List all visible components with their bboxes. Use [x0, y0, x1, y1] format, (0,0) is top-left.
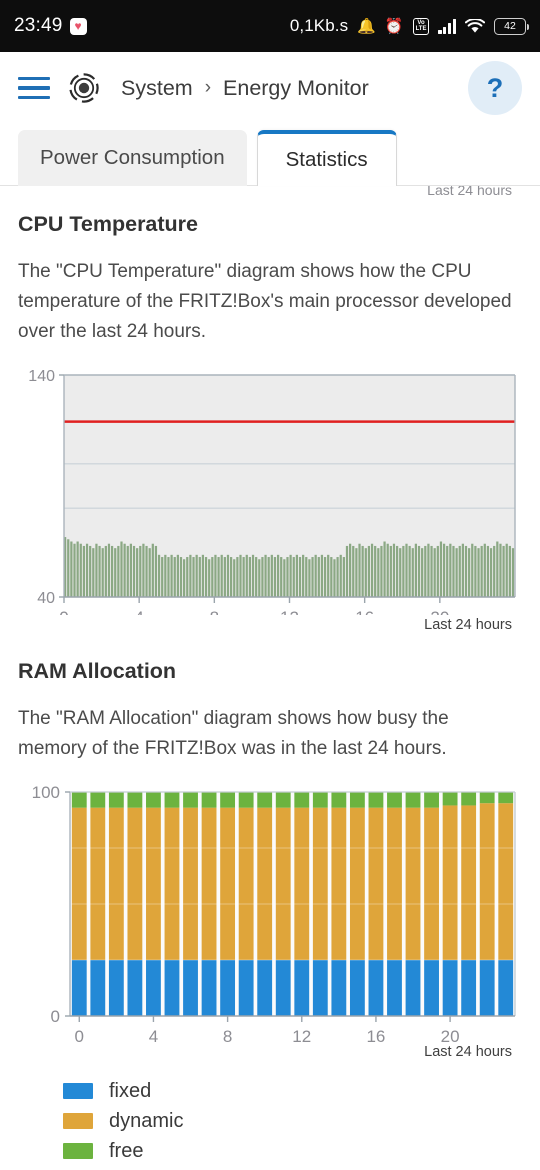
- svg-text:16: 16: [366, 1027, 385, 1042]
- heart-app-icon: [69, 17, 87, 35]
- help-button[interactable]: ?: [468, 61, 522, 115]
- hamburger-menu-icon[interactable]: [18, 77, 50, 99]
- legend-item[interactable]: dynamic: [63, 1106, 522, 1136]
- section-description-cpu-temperature: The "CPU Temperature" diagram shows how …: [18, 261, 512, 342]
- legend-label-fixed: fixed: [109, 1079, 152, 1102]
- clock: 23:49: [14, 15, 63, 36]
- svg-text:140: 140: [28, 368, 55, 385]
- chevron-right-icon: ›: [204, 77, 212, 98]
- legend-item[interactable]: fixed: [63, 1076, 522, 1106]
- ram-allocation-chart: 100 0 0 4 8 12 16 20: [18, 782, 522, 1042]
- status-bar-right: 0,1Kb.s 🔔 ⏰ Vo LTE 42: [289, 16, 530, 36]
- cpu-temperature-plot: 140 40 0 4 8 12 16 20: [28, 368, 516, 615]
- section-title-cpu-temperature: CPU Temperature: [18, 212, 199, 236]
- page-content: CPU Temperature The "CPU Temperature" di…: [0, 212, 540, 1166]
- svg-text:12: 12: [292, 1027, 311, 1042]
- legend-item[interactable]: free: [63, 1136, 522, 1166]
- svg-text:8: 8: [210, 608, 219, 615]
- bell-muted-icon: 🔔: [357, 17, 376, 35]
- section-description-ram-allocation: The "RAM Allocation" diagram shows how b…: [18, 708, 449, 759]
- svg-text:16: 16: [355, 608, 374, 615]
- section-title-ram-allocation: RAM Allocation: [18, 659, 177, 683]
- app-header: System › Energy Monitor ?: [0, 52, 540, 124]
- legend-swatch-fixed: [63, 1083, 93, 1099]
- svg-text:20: 20: [430, 608, 449, 615]
- status-bar: 23:49 0,1Kb.s 🔔 ⏰ Vo LTE 42: [0, 0, 540, 52]
- svg-text:4: 4: [134, 608, 143, 615]
- volte-top-label: Vo: [417, 19, 425, 26]
- svg-text:0: 0: [59, 608, 68, 615]
- svg-text:20: 20: [441, 1027, 460, 1042]
- svg-text:40: 40: [37, 590, 55, 607]
- tab-power-consumption[interactable]: Power Consumption: [18, 130, 247, 186]
- ram-allocation-plot: 100 00 4 8 12 16 20: [32, 783, 516, 1042]
- battery-icon: 42: [494, 17, 530, 35]
- svg-text:12: 12: [280, 608, 299, 615]
- breadcrumb: System › Energy Monitor: [121, 76, 369, 101]
- status-bar-left: 23:49: [14, 15, 87, 37]
- legend-swatch-dynamic: [63, 1113, 93, 1129]
- volte-bottom-label: LTE: [415, 26, 427, 32]
- battery-level-label: 42: [504, 20, 516, 32]
- legend-label-free: free: [109, 1139, 144, 1162]
- signal-bars-icon: [438, 18, 456, 34]
- network-speed-label: 0,1Kb.s: [289, 16, 349, 35]
- legend-swatch-free: [63, 1143, 93, 1159]
- section-cpu-temperature: CPU Temperature The "CPU Temperature" di…: [18, 212, 522, 633]
- ram-chart-legend: fixed dynamic free: [18, 1076, 522, 1166]
- svg-text:0: 0: [51, 1007, 60, 1026]
- cpu-chart-caption: Last 24 hours: [424, 617, 512, 633]
- section-ram-allocation: RAM Allocation The "RAM Allocation" diag…: [18, 659, 522, 1060]
- legend-label-dynamic: dynamic: [109, 1109, 184, 1132]
- wifi-icon: [464, 17, 486, 34]
- svg-text:8: 8: [223, 1027, 232, 1042]
- cpu-temperature-chart: 140 40 0 4 8 12 16 20: [18, 365, 522, 615]
- fritzbox-logo-icon[interactable]: [67, 71, 101, 105]
- volte-icon: Vo LTE: [412, 17, 430, 35]
- tab-bar: Last 24 hours Power Consumption Statisti…: [0, 124, 540, 198]
- svg-text:0: 0: [75, 1027, 84, 1042]
- tab-statistics[interactable]: Statistics: [256, 130, 397, 186]
- breadcrumb-item-system[interactable]: System: [121, 76, 193, 101]
- svg-text:100: 100: [32, 783, 60, 802]
- alarm-clock-icon: ⏰: [384, 17, 404, 35]
- breadcrumb-item-energy-monitor: Energy Monitor: [223, 75, 369, 100]
- svg-text:4: 4: [149, 1027, 158, 1042]
- ram-chart-caption: Last 24 hours: [424, 1044, 512, 1060]
